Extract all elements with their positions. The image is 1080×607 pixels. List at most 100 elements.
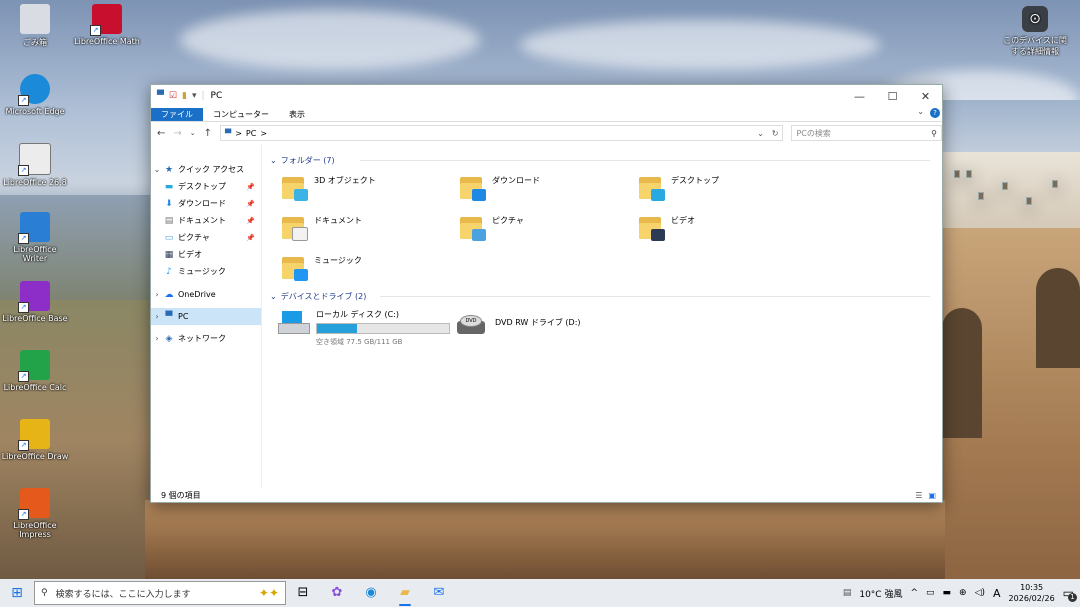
recent-locations-icon[interactable]: ⌄ — [190, 129, 196, 137]
taskbar-search-input[interactable]: ⚲ 検索するには、ここに入力します ✦✦ — [34, 581, 286, 605]
desktop-icon-libreoffice-writer[interactable]: ↗ LibreOffice Writer — [0, 212, 70, 263]
content-pane: ⌄ フォルダー (7) 3D オブジェクト ダウンロード デスクトップ ドキュメ… — [262, 145, 942, 488]
desktop-icon-edge[interactable]: ↗ Microsoft Edge — [0, 74, 70, 116]
breadcrumb-pc[interactable]: PC — [246, 129, 256, 138]
search-highlights-icon[interactable]: ✦✦ — [259, 586, 279, 600]
address-dropdown-icon[interactable]: ⌄ — [757, 129, 764, 138]
pin-icon: 📌 — [246, 182, 255, 191]
large-icons-view-icon[interactable]: ▣ — [928, 491, 936, 500]
nav-pc[interactable]: › ▀ PC — [151, 308, 261, 325]
folder-music[interactable]: ミュージック — [282, 255, 452, 281]
desktop-icon-libreoffice-impress[interactable]: ↗ LibreOffice Impress — [0, 488, 70, 539]
tab-file[interactable]: ファイル — [151, 108, 203, 121]
desktop-icon-libreoffice-base[interactable]: ↗ LibreOffice Base — [0, 281, 70, 323]
desktop-icon-recycle-bin[interactable]: ごみ箱 — [0, 4, 70, 48]
weather-text[interactable]: 10°C 強風 — [859, 587, 902, 600]
display-icon[interactable]: ▭ — [926, 588, 935, 598]
volume-icon[interactable]: ◁) — [975, 588, 985, 598]
group-header-drives[interactable]: ⌄ デバイスとドライブ (2) — [270, 291, 930, 302]
libreoffice-draw-icon: ↗ — [18, 419, 50, 451]
task-view-icon[interactable]: ⊟ — [286, 579, 320, 607]
pin-icon: 📌 — [246, 233, 255, 242]
folder-pictures[interactable]: ピクチャ — [460, 215, 630, 241]
chevron-right-icon[interactable]: › — [151, 334, 163, 343]
folder-desktop[interactable]: デスクトップ — [639, 175, 809, 201]
folder-downloads[interactable]: ダウンロード — [460, 175, 630, 201]
new-folder-icon[interactable]: ▮ — [182, 91, 187, 101]
system-tray: ▤ 10°C 強風 ^ ▭ ▬ ⊕ ◁) A 10:35 2026/02/26 … — [843, 582, 1080, 604]
copilot-icon[interactable]: ✿ — [320, 579, 354, 607]
nav-network[interactable]: › ◈ ネットワーク — [151, 330, 261, 347]
title-bar[interactable]: ▀ ☑ ▮ ▾ | PC — ☐ ✕ — [151, 85, 942, 107]
desktop-icon-device-info[interactable]: ⊙ このデバイスに関する詳細情報 — [1000, 6, 1070, 57]
forward-icon[interactable]: → — [173, 128, 181, 139]
folder-downloads-icon — [460, 175, 486, 201]
edge-icon: ↗ — [18, 74, 50, 106]
close-button[interactable]: ✕ — [909, 90, 942, 103]
battery-icon[interactable]: ▬ — [943, 588, 952, 598]
properties-icon[interactable]: ☑ — [169, 91, 177, 101]
drive-d[interactable]: DVD DVD RW ドライブ (D:) — [457, 311, 581, 335]
status-bar: 9 個の項目 ☰ ▣ — [151, 488, 942, 502]
nav-item-desktop[interactable]: ▬ デスクトップ 📌 — [151, 178, 261, 195]
address-bar[interactable]: ▀ > PC > ⌄ ↻ — [220, 125, 784, 141]
breadcrumb-separator[interactable]: > — [235, 129, 242, 138]
folder-videos[interactable]: ビデオ — [639, 215, 809, 241]
breadcrumb-separator-2[interactable]: > — [260, 129, 267, 138]
chevron-down-icon[interactable]: ⌄ — [270, 292, 277, 301]
recycle-bin-icon — [20, 4, 50, 34]
tab-view[interactable]: 表示 — [279, 108, 315, 121]
details-view-icon[interactable]: ☰ — [915, 491, 922, 500]
drive-c-usage-bar — [316, 323, 450, 334]
notification-icon[interactable]: ▭ 1 — [1063, 586, 1077, 602]
back-icon[interactable]: ← — [157, 128, 165, 139]
help-icon[interactable]: ? — [930, 108, 940, 118]
nav-onedrive[interactable]: › ☁ OneDrive — [151, 286, 261, 303]
search-input[interactable]: PCの検索 ⚲ — [791, 125, 942, 141]
show-hidden-icons-icon[interactable]: ^ — [910, 588, 918, 598]
search-icon: ⚲ — [41, 588, 48, 598]
nav-item-pictures[interactable]: ▭ ピクチャ 📌 — [151, 229, 261, 246]
chevron-down-icon[interactable]: ⌄ — [151, 165, 163, 174]
file-explorer-taskbar-icon[interactable]: ▰ — [388, 579, 422, 607]
explorer-app-icon: ▀ — [157, 91, 164, 101]
file-explorer-window[interactable]: ▀ ☑ ▮ ▾ | PC — ☐ ✕ ファイル コンピューター 表示 ⌄ ? ←… — [150, 84, 943, 503]
chevron-right-icon[interactable]: › — [151, 312, 163, 321]
nav-quick-access[interactable]: ⌄ ★ クイック アクセス — [151, 161, 261, 178]
desktop-icon-libreoffice-draw[interactable]: ↗ LibreOffice Draw — [0, 419, 70, 461]
clock[interactable]: 10:35 2026/02/26 — [1009, 582, 1055, 604]
network-icon: ◈ — [165, 333, 173, 344]
tab-computer[interactable]: コンピューター — [203, 108, 279, 121]
maximize-button[interactable]: ☐ — [876, 90, 909, 103]
nav-item-downloads[interactable]: ⬇ ダウンロード 📌 — [151, 195, 261, 212]
edge-taskbar-icon[interactable]: ◉ — [354, 579, 388, 607]
chevron-right-icon[interactable]: › — [151, 290, 163, 299]
weather-icon[interactable]: ▤ — [843, 588, 852, 598]
notification-count: 1 — [1068, 593, 1077, 602]
up-icon[interactable]: ↑ — [204, 128, 212, 139]
expand-ribbon-icon[interactable]: ⌄ — [917, 107, 924, 116]
network-globe-icon[interactable]: ⊕ — [959, 588, 967, 598]
pin-icon: 📌 — [246, 216, 255, 225]
windows-start-icon[interactable]: ⊞ — [0, 585, 34, 601]
nav-item-videos[interactable]: ▦ ビデオ — [151, 246, 261, 263]
minimize-button[interactable]: — — [843, 90, 876, 103]
folder-3d-objects[interactable]: 3D オブジェクト — [282, 175, 452, 201]
ime-mode[interactable]: A — [993, 587, 1001, 600]
drive-c[interactable]: ローカル ディスク (C:) 空き領域 77.5 GB/111 GB — [278, 309, 450, 347]
quick-access-toolbar-dropdown-icon[interactable]: ▾ — [192, 91, 197, 101]
desktop-icon-libreoffice-calc[interactable]: ↗ LibreOffice Calc — [0, 350, 70, 392]
address-bar-row: ← → ⌄ ↑ ▀ > PC > ⌄ ↻ PCの検索 ⚲ — [151, 122, 942, 144]
folder-documents[interactable]: ドキュメント — [282, 215, 452, 241]
drive-d-label: DVD RW ドライブ (D:) — [495, 318, 581, 327]
libreoffice-impress-icon: ↗ — [18, 488, 50, 520]
nav-item-documents[interactable]: ▤ ドキュメント 📌 — [151, 212, 261, 229]
refresh-icon[interactable]: ↻ — [772, 129, 779, 138]
desktop-icon-libreoffice[interactable]: ↗ LibreOffice 26.8 — [0, 143, 70, 187]
chevron-down-icon[interactable]: ⌄ — [270, 156, 277, 165]
download-icon: ⬇ — [165, 198, 173, 209]
mail-taskbar-icon[interactable]: ✉ — [422, 579, 456, 607]
desktop-icon-libreoffice-math[interactable]: ↗ LibreOffice Math — [72, 4, 142, 46]
nav-item-music[interactable]: ♪ ミュージック — [151, 263, 261, 280]
group-header-folders[interactable]: ⌄ フォルダー (7) — [270, 155, 930, 166]
